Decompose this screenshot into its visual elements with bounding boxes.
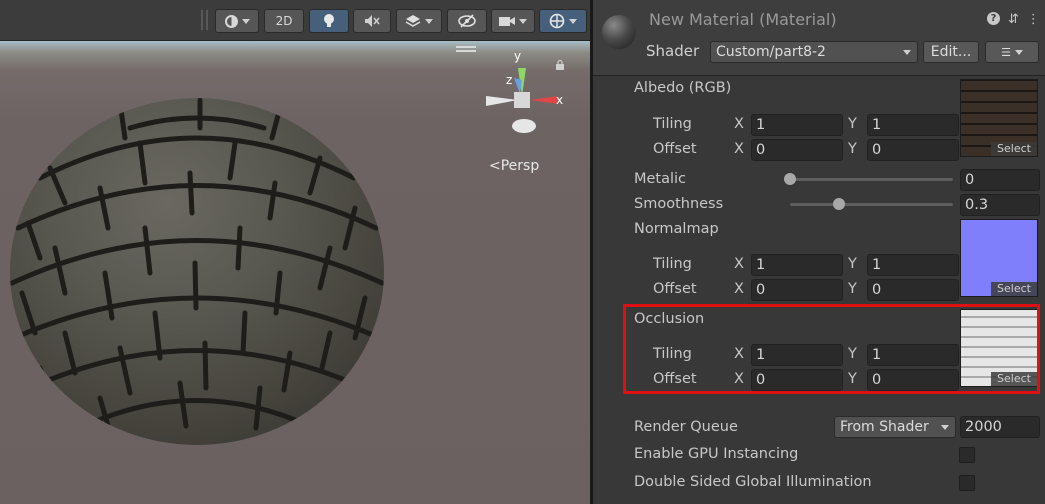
gizmo-x-axis[interactable] (530, 96, 558, 104)
normalmap-tiling-label: Tiling (653, 256, 692, 272)
material-title: New Material (Material) (649, 10, 837, 29)
albedo-select-button[interactable]: Select (991, 142, 1037, 156)
albedo-offset-y-field[interactable]: 0 (867, 139, 959, 161)
normalmap-texture-slot[interactable]: Select (960, 219, 1038, 297)
render-queue-value-field[interactable]: 2000 (960, 416, 1040, 438)
double-sided-gi-checkbox[interactable] (959, 475, 975, 491)
albedo-texture-slot[interactable]: Select (960, 79, 1038, 157)
chevron-down-icon (241, 18, 250, 24)
help-icon[interactable]: ? (987, 12, 1000, 25)
normalmap-offset-y-field[interactable]: 0 (867, 279, 959, 301)
shading-mode-icon (224, 14, 238, 28)
gizmos-button[interactable] (539, 9, 587, 33)
albedo-label: Albedo (RGB) (634, 80, 732, 96)
gizmo-center-cube[interactable] (514, 92, 530, 108)
gizmo-neg-y-axis[interactable] (512, 119, 536, 133)
normalmap-tiling-x-field[interactable]: 1 (751, 254, 843, 276)
smoothness-label: Smoothness (634, 196, 724, 212)
albedo-offset-label: Offset (653, 141, 697, 157)
albedo-tiling-label: Tiling (653, 116, 692, 132)
metallic-slider-track[interactable] (790, 178, 953, 181)
normalmap-tiling-y-label: Y (848, 256, 857, 272)
draw-mode-button[interactable] (215, 9, 259, 33)
gizmo-z-label: z (506, 73, 512, 87)
normalmap-label: Normalmap (634, 221, 719, 237)
2d-toggle-button[interactable]: 2D (264, 9, 304, 33)
scene-view[interactable]: 2D y x z <Persp (0, 0, 590, 504)
gizmo-z-axis[interactable] (514, 78, 522, 94)
audio-toggle-button[interactable] (353, 9, 391, 33)
view-mode-label: Persp (500, 158, 540, 174)
chevron-down-icon (519, 18, 527, 24)
scene-menu-icon[interactable] (456, 46, 476, 54)
occlusion-highlight-box (623, 304, 1040, 394)
lightbulb-icon (324, 14, 334, 27)
presets-icon[interactable]: ⇵ (1008, 12, 1019, 27)
chevron-down-icon (569, 18, 577, 24)
normalmap-select-button[interactable]: Select (991, 282, 1037, 296)
scene-visibility-button[interactable] (447, 9, 487, 33)
camera-icon (499, 17, 515, 26)
chevron-down-icon (425, 18, 433, 24)
brick-pattern (10, 98, 384, 436)
albedo-offset-x-field[interactable]: 0 (751, 139, 843, 161)
smoothness-slider-track[interactable] (790, 203, 953, 206)
normalmap-offset-x-label: X (734, 281, 744, 297)
eye-slash-icon (458, 14, 476, 28)
albedo-tiling-x-field[interactable]: 1 (751, 114, 843, 136)
shader-value: Custom/part8-2 (716, 44, 826, 60)
chevron-down-icon (941, 425, 949, 430)
more-options-icon[interactable]: ⋮ (1027, 12, 1040, 27)
toolbar-separator (201, 10, 203, 30)
render-queue-label: Render Queue (634, 419, 738, 435)
toolbar-separator (206, 10, 208, 30)
brick-sphere-preview (10, 98, 384, 445)
2d-label: 2D (275, 14, 293, 28)
albedo-tiling-x-label: X (734, 116, 744, 132)
normalmap-tiling-y-field[interactable]: 1 (867, 254, 959, 276)
effects-button[interactable] (396, 9, 442, 33)
albedo-offset-y-label: Y (848, 141, 857, 157)
albedo-offset-x-label: X (734, 141, 744, 157)
audio-mute-icon (365, 15, 380, 27)
orientation-gizmo[interactable]: y x z (478, 48, 578, 148)
chevron-down-icon (1014, 49, 1023, 55)
list-icon: ☰ (1001, 45, 1011, 59)
metallic-slider-thumb[interactable] (784, 173, 796, 185)
smoothness-value-field[interactable]: 0.3 (960, 194, 1040, 216)
gizmo-x-label: x (556, 93, 563, 107)
normalmap-offset-x-field[interactable]: 0 (751, 279, 843, 301)
smoothness-slider-thumb[interactable] (832, 198, 845, 210)
albedo-tiling-y-label: Y (848, 116, 857, 132)
render-queue-dropdown[interactable]: From Shader (834, 416, 956, 438)
chevron-down-icon (903, 50, 911, 55)
layers-icon (405, 15, 421, 27)
edit-button-label: Edit... (930, 44, 972, 60)
gizmo-y-label: y (514, 49, 521, 63)
double-sided-gi-label: Double Sided Global Illumination (634, 474, 872, 490)
view-mode-toggle[interactable]: <Persp (489, 158, 539, 174)
gpu-instancing-checkbox[interactable] (959, 447, 975, 463)
lighting-toggle-button[interactable] (309, 9, 349, 33)
header-icons: ? ⇵ ⋮ (987, 12, 1040, 27)
shader-label: Shader (646, 42, 700, 60)
albedo-tiling-y-field[interactable]: 1 (867, 114, 959, 136)
gpu-instancing-label: Enable GPU Instancing (634, 446, 799, 462)
normalmap-offset-label: Offset (653, 281, 697, 297)
gizmo-globe-icon (549, 13, 565, 29)
gizmo-neg-x-axis[interactable] (486, 96, 518, 106)
scene-toolbar: 2D (0, 0, 590, 41)
metallic-label: Metalic (634, 171, 687, 187)
metallic-value-field[interactable]: 0 (960, 169, 1040, 191)
shader-options-button[interactable]: ☰ (985, 41, 1039, 63)
edit-shader-button[interactable]: Edit... (923, 41, 979, 63)
render-queue-dropdown-value: From Shader (840, 419, 929, 435)
shader-dropdown[interactable]: Custom/part8-2 (710, 41, 918, 63)
inspector-header: New Material (Material) ? ⇵ ⋮ Shader Cus… (593, 0, 1045, 76)
camera-settings-button[interactable] (491, 9, 535, 33)
material-preview-icon (602, 15, 636, 49)
normalmap-offset-y-label: Y (848, 281, 857, 297)
material-inspector: New Material (Material) ? ⇵ ⋮ Shader Cus… (593, 0, 1045, 504)
normalmap-tiling-x-label: X (734, 256, 744, 272)
